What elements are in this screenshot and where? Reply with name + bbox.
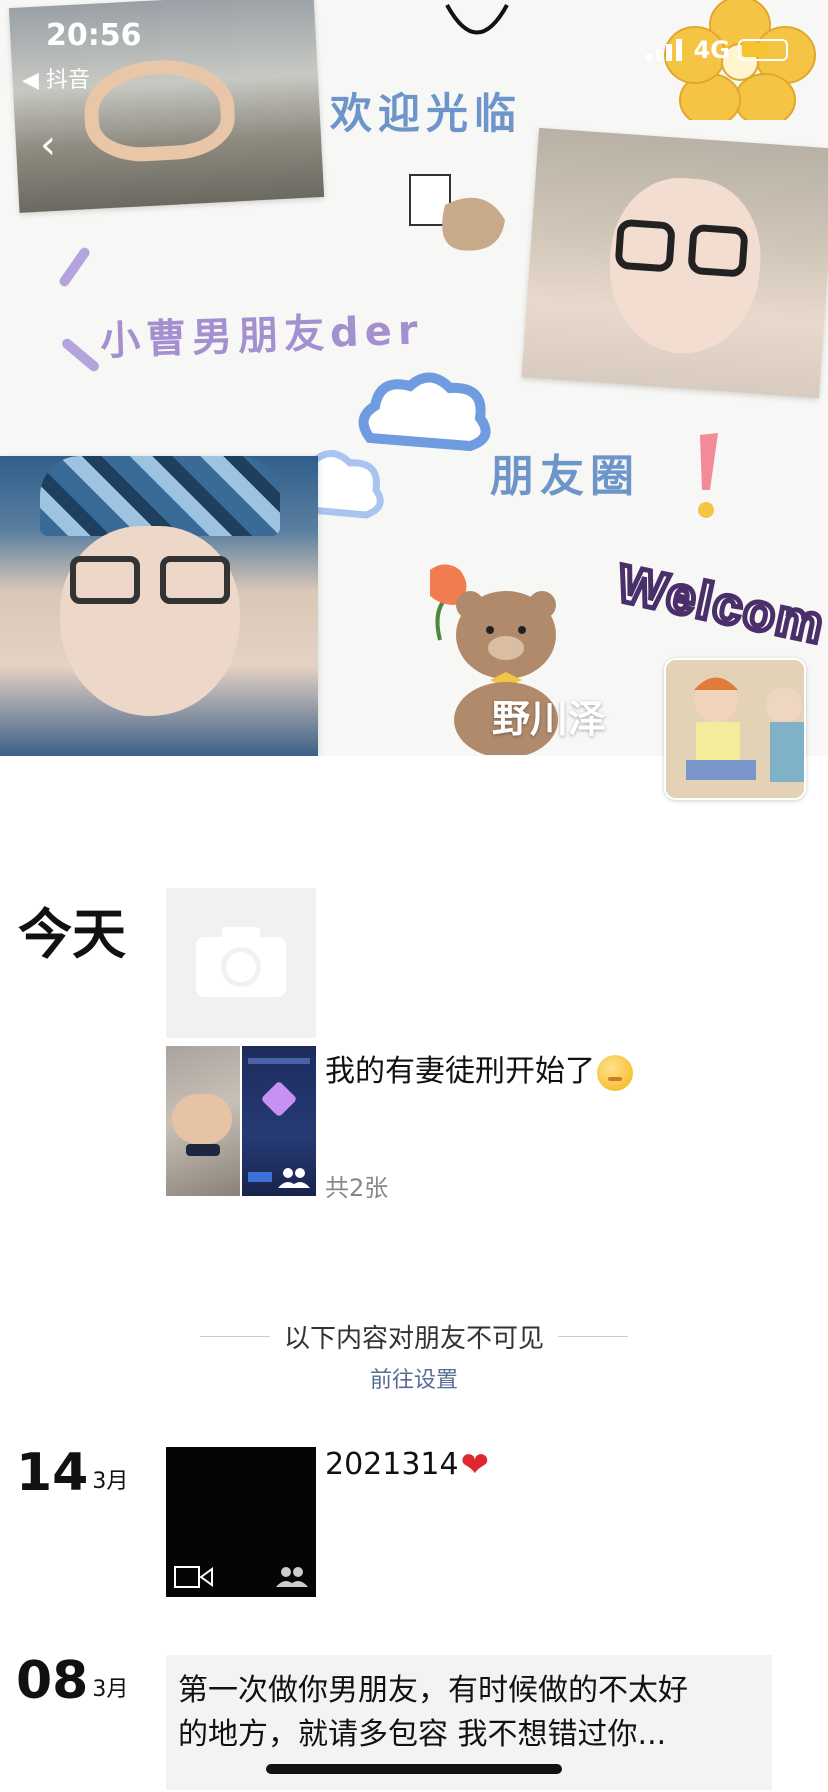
post-caption[interactable]: 我的有妻徒刑开始了: [325, 1046, 633, 1091]
profile-nickname: 野川泽: [492, 697, 607, 741]
back-arrow-icon[interactable]: ‹: [40, 122, 56, 168]
go-to-settings-link[interactable]: 前往设置: [0, 1362, 828, 1394]
decor-line: [57, 245, 92, 289]
signal-icon: [645, 39, 682, 61]
image-count-label: 共2张: [325, 1174, 389, 1202]
heart-doodle-icon: [445, 4, 509, 35]
cover-banner[interactable]: 欢迎光临 小曹男朋友der 朋友圈 Welcom 20:56 ◀ 抖音 4G ‹…: [0, 0, 828, 756]
video-icon: [174, 1566, 213, 1588]
privacy-notice-text: 以下内容对朋友不可见: [284, 1324, 545, 1354]
post-date-month: 3月: [92, 1677, 129, 1702]
post-caption-text: 我的有妻徒刑开始了: [325, 1054, 595, 1089]
new-post-camera-button[interactable]: [166, 888, 316, 1038]
post-date-month: 3月: [92, 1469, 129, 1494]
post-image-thumbnails[interactable]: [166, 1046, 316, 1196]
battery-icon: [738, 39, 788, 61]
privacy-divider: 以下内容对朋友不可见: [200, 1318, 629, 1355]
post-text-line: 的地方，就请多包容 我不想错过你...: [178, 1717, 667, 1752]
camera-icon: [196, 927, 286, 997]
welcome-sticker-text: 欢迎光临: [330, 89, 523, 138]
post-date: 08 3月: [16, 1655, 128, 1707]
post-video-thumbnail[interactable]: [166, 1447, 316, 1597]
moments-sticker-text: 朋友圈: [490, 451, 640, 502]
profile-avatar[interactable]: [664, 658, 806, 800]
cover-photo-girl: [521, 127, 828, 399]
post-date-day: 14: [16, 1443, 89, 1503]
bear-note-sticker-icon: [409, 174, 505, 251]
welcome-banner-sticker: Welcom: [610, 552, 828, 657]
post-thumbnail[interactable]: [242, 1046, 316, 1196]
exclamation-sticker-icon: [698, 433, 718, 518]
decor-line: [60, 336, 101, 374]
post-thumbnail[interactable]: [166, 1046, 240, 1196]
date-label-today: 今天: [18, 903, 126, 966]
home-indicator[interactable]: [266, 1764, 562, 1774]
post-caption[interactable]: 2021314 ❤: [325, 1447, 489, 1482]
post-date: 14 3月: [16, 1447, 128, 1499]
status-time: 20:56: [46, 18, 142, 53]
cover-photo-boy: [0, 456, 318, 756]
boyfriend-sticker-text: 小曹男朋友der: [99, 307, 425, 365]
post-caption-text: 2021314: [325, 1447, 459, 1482]
post-text-line: 第一次做你男朋友，有时候做的不太好: [178, 1673, 688, 1708]
back-to-app-link[interactable]: ◀ 抖音: [22, 62, 90, 94]
people-icon: [278, 1168, 310, 1188]
people-icon: [276, 1567, 308, 1587]
red-heart-emoji-icon: ❤: [460, 1444, 490, 1485]
status-indicators: 4G: [645, 36, 788, 64]
post-date-day: 08: [16, 1651, 89, 1711]
sad-face-emoji-icon: [597, 1054, 633, 1091]
network-type: 4G: [693, 36, 730, 64]
